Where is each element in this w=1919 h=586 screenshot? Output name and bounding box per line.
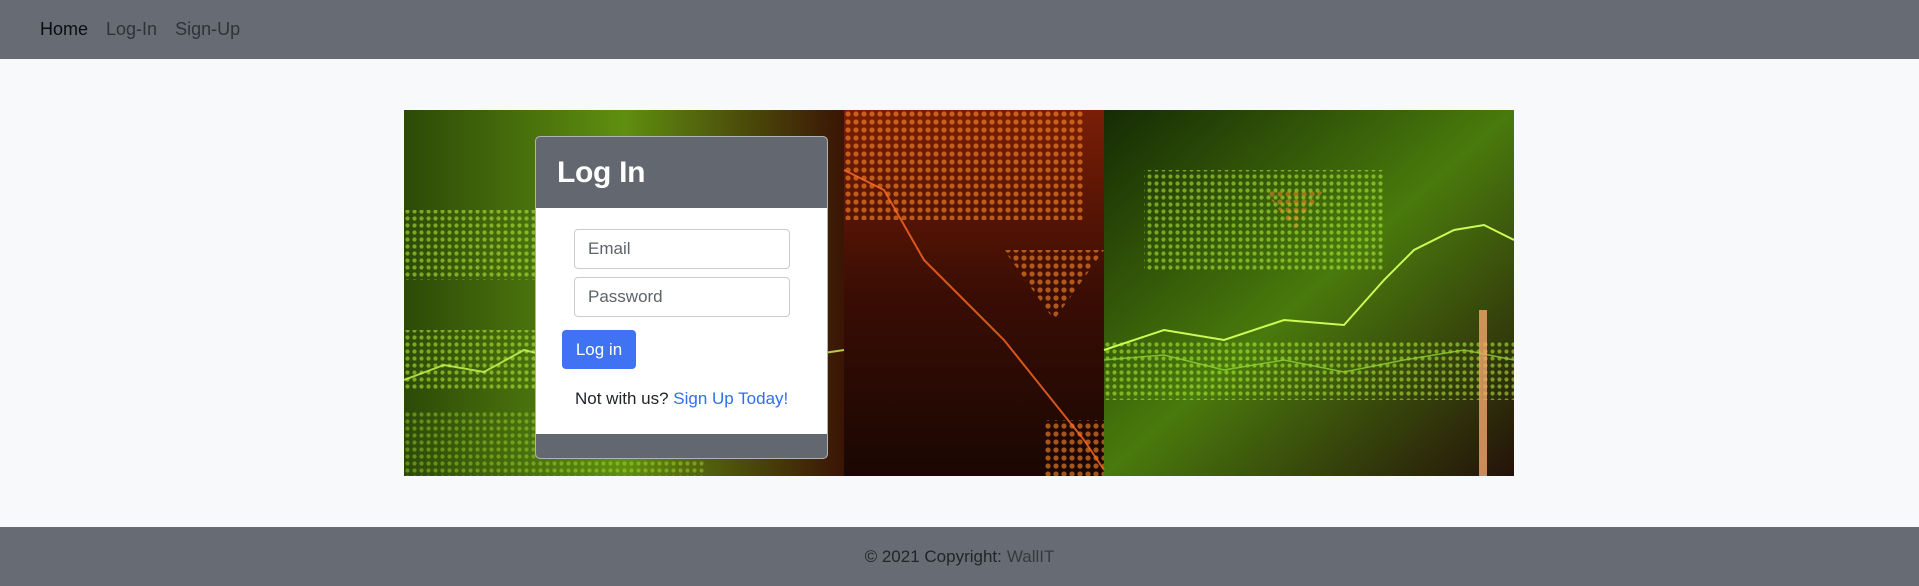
signup-prompt: Not with us? Sign Up Today! <box>575 389 788 409</box>
nav-login-link[interactable]: Log-In <box>106 19 157 40</box>
signup-prompt-text: Not with us? <box>575 389 669 408</box>
navbar: Home Log-In Sign-Up <box>0 0 1919 59</box>
login-card-footer <box>536 434 827 458</box>
login-card-header: Log In <box>536 137 827 208</box>
nav-home-link[interactable]: Home <box>40 19 88 40</box>
login-card-body: Log in Not with us? Sign Up Today! <box>536 208 827 434</box>
login-title: Log In <box>557 155 646 189</box>
nav-signup-link[interactable]: Sign-Up <box>175 19 240 40</box>
signup-link[interactable]: Sign Up Today! <box>673 389 788 408</box>
page-footer: © 2021 Copyright: WallIT <box>0 527 1919 586</box>
password-input[interactable] <box>574 277 790 317</box>
copyright-text: © 2021 Copyright: <box>864 546 1002 566</box>
login-button[interactable]: Log in <box>562 330 636 369</box>
brand-link[interactable]: WallIT <box>1007 547 1055 567</box>
email-input[interactable] <box>574 229 790 269</box>
login-card: Log In Log in Not with us? Sign Up Today… <box>535 136 828 459</box>
